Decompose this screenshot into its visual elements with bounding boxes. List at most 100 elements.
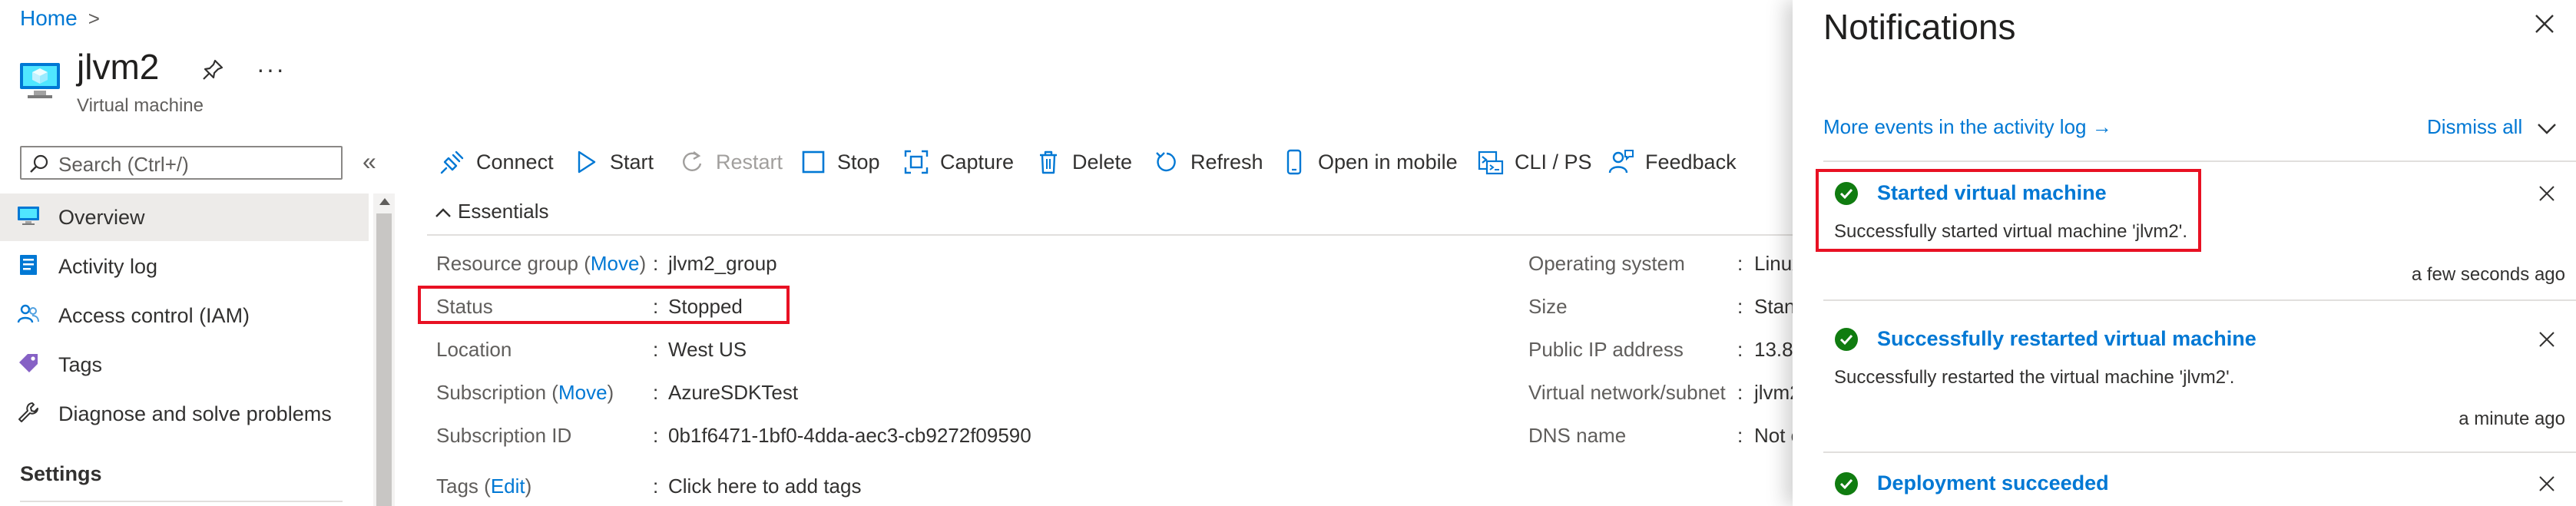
- notification-item[interactable]: Successfully restarted virtual machine S…: [1823, 309, 2576, 455]
- page-subtitle: Virtual machine: [77, 95, 204, 116]
- colon: :: [653, 475, 659, 498]
- colon: :: [653, 252, 659, 275]
- notification-message: Successfully restarted the virtual machi…: [1834, 367, 2235, 388]
- colon: :: [1737, 381, 1743, 404]
- close-icon[interactable]: [2538, 330, 2556, 349]
- search-box: [20, 146, 343, 180]
- notifications-panel: Notifications More events in the activit…: [1793, 0, 2576, 506]
- notifications-divider: [1823, 160, 2576, 162]
- activity-log-link[interactable]: More events in the activity log →: [1823, 115, 2112, 139]
- essentials-divider: [427, 234, 1794, 236]
- colon: :: [1737, 295, 1743, 318]
- people-icon: [17, 304, 39, 323]
- essentials-toggle[interactable]: Essentials: [435, 200, 549, 223]
- public-ip-label: Public IP address: [1528, 338, 1684, 361]
- collapse-sidebar-icon[interactable]: «: [363, 147, 376, 176]
- search-icon: [30, 154, 48, 173]
- capture-label: Capture: [940, 150, 1015, 174]
- size-label: Size: [1528, 295, 1568, 318]
- sidebar-item-label: Activity log: [58, 255, 158, 278]
- colon: :: [653, 381, 659, 404]
- page-title: jlvm2: [77, 47, 160, 87]
- resource-group-value-link[interactable]: jlvm2_group: [668, 252, 777, 276]
- refresh-label: Refresh: [1190, 150, 1263, 174]
- notification-title[interactable]: Successfully restarted virtual machine: [1877, 327, 2256, 351]
- restart-button[interactable]: Restart: [679, 146, 786, 180]
- colon: :: [1737, 252, 1743, 275]
- resource-group-move-link[interactable]: Move: [591, 252, 640, 275]
- notification-title[interactable]: Deployment succeeded: [1877, 471, 2109, 495]
- delete-label: Delete: [1072, 150, 1133, 174]
- sidebar-item-activity-log[interactable]: Activity log: [0, 243, 369, 290]
- refresh-button[interactable]: Refresh: [1154, 146, 1269, 180]
- subscription-label: Subscription (Move): [436, 381, 614, 404]
- trash-icon: [1040, 150, 1057, 174]
- subscription-value-link[interactable]: AzureSDKTest: [668, 381, 798, 405]
- more-options-icon[interactable]: ···: [257, 55, 286, 84]
- colon: :: [653, 424, 659, 447]
- cli-ps-label: CLI / PS: [1515, 150, 1592, 174]
- connect-button[interactable]: Connect: [439, 146, 562, 180]
- open-in-mobile-label: Open in mobile: [1318, 150, 1458, 174]
- start-label: Start: [610, 150, 654, 174]
- notification-separator: [1823, 299, 2576, 301]
- stop-button[interactable]: Stop: [800, 146, 892, 180]
- close-icon[interactable]: [2533, 12, 2556, 35]
- sidebar-item-tags[interactable]: Tags: [0, 341, 369, 389]
- subscription-id-label: Subscription ID: [436, 424, 572, 447]
- notifications-title: Notifications: [1823, 7, 2016, 47]
- sidebar-item-access-control[interactable]: Access control (IAM): [0, 292, 369, 339]
- sidebar-item-label: Access control (IAM): [58, 304, 250, 327]
- start-button[interactable]: Start: [573, 146, 665, 180]
- colon: :: [653, 338, 659, 361]
- colon: :: [1737, 338, 1743, 361]
- started-notification-highlight-box: [1816, 169, 2201, 252]
- sidebar-item-diagnose[interactable]: Diagnose and solve problems: [0, 390, 369, 438]
- sidebar-scrollbar[interactable]: [373, 193, 395, 506]
- capture-button[interactable]: Capture: [903, 146, 1018, 180]
- success-check-icon: [1835, 328, 1858, 351]
- pin-icon[interactable]: [201, 58, 224, 81]
- subscription-id-value: 0b1f6471-1bf0-4dda-aec3-cb9272f09590: [668, 424, 1031, 447]
- breadcrumb-home-link[interactable]: Home: [20, 6, 78, 30]
- subscription-move-link[interactable]: Move: [558, 381, 608, 404]
- add-tags-link[interactable]: Click here to add tags: [668, 475, 861, 498]
- feedback-person-icon: [1608, 150, 1634, 174]
- scroll-up-arrow-icon[interactable]: [379, 198, 390, 205]
- stop-label: Stop: [837, 150, 880, 174]
- restart-icon: [683, 151, 702, 171]
- location-value: West US: [668, 338, 747, 361]
- sidebar-item-label: Diagnose and solve problems: [58, 402, 332, 425]
- tags-edit-link[interactable]: Edit: [491, 475, 525, 498]
- terminal-icon: [1478, 150, 1504, 175]
- connect-plug-icon: [440, 150, 464, 174]
- chevron-down-icon[interactable]: [2536, 118, 2558, 138]
- dismiss-all-link[interactable]: Dismiss all: [2427, 115, 2522, 139]
- play-icon: [578, 150, 596, 174]
- refresh-icon: [1156, 152, 1176, 172]
- colon: :: [1737, 424, 1743, 447]
- cli-ps-button[interactable]: CLI / PS: [1478, 146, 1601, 180]
- close-icon[interactable]: [2538, 184, 2556, 203]
- notification-item[interactable]: Deployment succeeded: [1823, 459, 2576, 506]
- sidebar-item-overview[interactable]: Overview: [0, 193, 369, 241]
- success-check-icon: [1835, 472, 1858, 495]
- essentials-label: Essentials: [458, 200, 549, 223]
- scrollbar-thumb[interactable]: [376, 213, 392, 506]
- status-highlight-box: [418, 286, 790, 324]
- resource-group-label: Resource group (Move): [436, 252, 647, 275]
- dns-label: DNS name: [1528, 424, 1627, 447]
- search-input[interactable]: [57, 152, 336, 177]
- feedback-button[interactable]: Feedback: [1608, 146, 1747, 180]
- feedback-label: Feedback: [1645, 150, 1737, 174]
- open-in-mobile-button[interactable]: Open in mobile: [1281, 146, 1465, 180]
- tag-icon: [19, 354, 38, 372]
- location-label: Location: [436, 338, 512, 361]
- restart-label: Restart: [716, 150, 783, 174]
- os-label: Operating system: [1528, 252, 1685, 275]
- sidebar-item-label: Overview: [58, 206, 145, 229]
- mobile-phone-icon: [1286, 149, 1302, 175]
- notification-separator: [1823, 451, 2576, 453]
- delete-button[interactable]: Delete: [1035, 146, 1143, 180]
- close-icon[interactable]: [2538, 475, 2556, 493]
